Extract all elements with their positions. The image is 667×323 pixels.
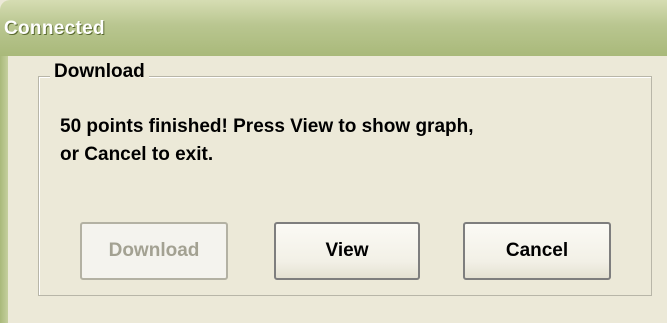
status-message-line-1: 50 points finished! Press View to show g… [60,116,474,137]
view-button[interactable]: View [274,222,420,280]
status-message-line-2: or Cancel to exit. [60,144,214,165]
window-frame-left [0,56,8,323]
download-button[interactable]: Download [80,222,228,280]
status-message: 50 points finished! Press View to show g… [60,113,640,169]
cancel-button-label: Cancel [505,240,569,261]
title-bar[interactable]: Connected [0,0,667,56]
cancel-button[interactable]: Cancel [463,222,611,280]
download-button-label: Download [108,240,200,261]
window-title: Connected [4,18,105,39]
view-button-label: View [325,240,369,261]
dialog-window: Connected Download 50 points finished! P… [0,0,667,323]
groupbox-label: Download [50,61,149,83]
